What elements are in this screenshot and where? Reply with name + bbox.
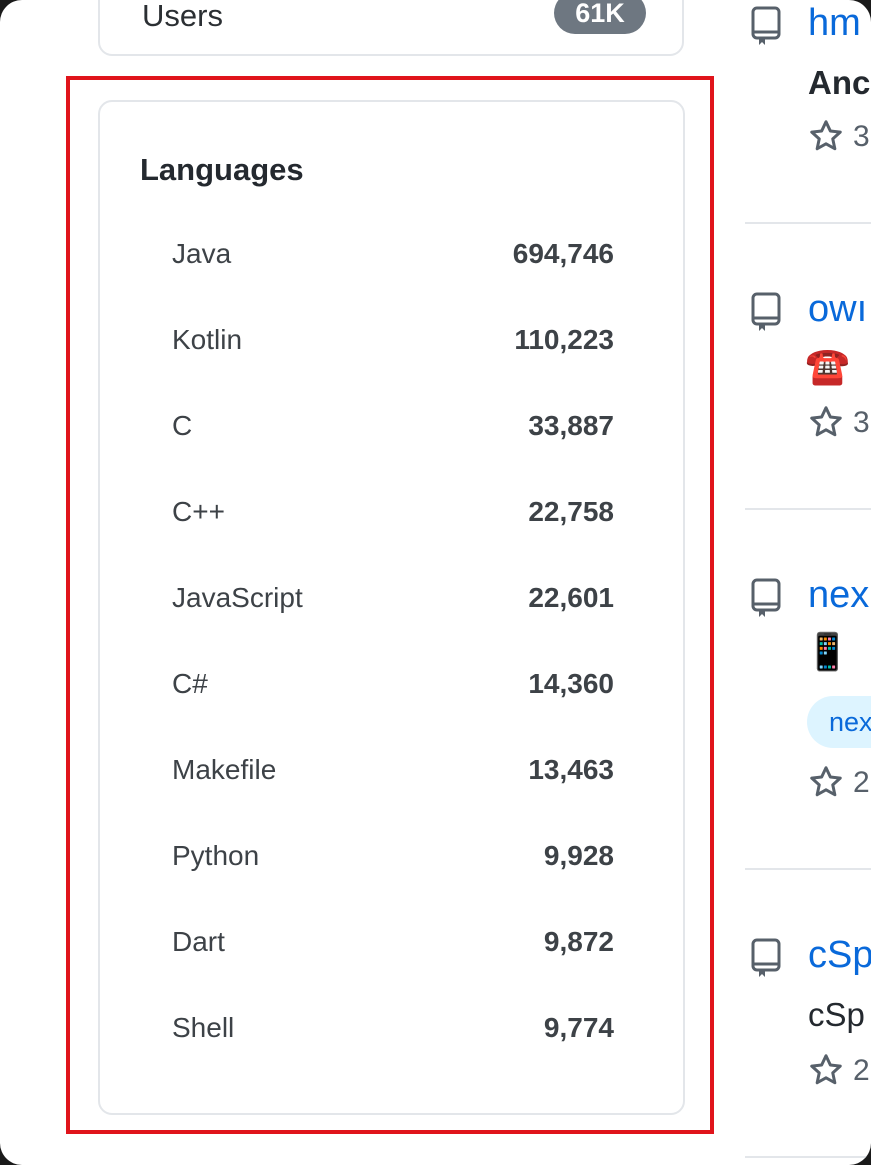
- users-count-badge: 61K: [554, 0, 646, 34]
- repo-divider: [745, 868, 871, 870]
- repo-divider: [745, 508, 871, 510]
- repo-icon: [751, 6, 781, 45]
- repo-description: cSp: [808, 996, 865, 1033]
- telephone-icon: ☎️: [805, 345, 850, 386]
- screen: Users 61K Languages Java 694,746 Kotlin …: [0, 0, 871, 1165]
- star-icon[interactable]: [808, 118, 844, 154]
- repo-icon: [751, 292, 781, 331]
- users-label: Users: [142, 0, 223, 33]
- repo-divider: [745, 222, 871, 224]
- topic-tag[interactable]: nex: [807, 696, 871, 748]
- repo-icon: [751, 938, 781, 977]
- repo-name-link[interactable]: hm: [808, 2, 861, 45]
- star-count: 3: [853, 120, 870, 153]
- repo-icon: [751, 578, 781, 617]
- repo-name-link[interactable]: nex: [808, 574, 869, 617]
- repo-description: Anc: [808, 64, 871, 101]
- star-icon[interactable]: [808, 404, 844, 440]
- star-count: 2: [853, 766, 870, 799]
- users-card[interactable]: Users 61K: [98, 0, 684, 56]
- repo-name-link[interactable]: owı: [808, 288, 867, 331]
- star-count: 3: [853, 406, 870, 439]
- repo-name-link[interactable]: cSp: [808, 934, 871, 977]
- repo-list: hm Anc 3 owı ☎️ 3 nex 📱 nex 2 cSp cSp 2: [745, 0, 871, 1165]
- star-icon[interactable]: [808, 1052, 844, 1088]
- mobile-phone-icon: 📱: [805, 631, 850, 672]
- repo-divider: [745, 1156, 871, 1158]
- highlight-frame: [66, 76, 714, 1134]
- star-count: 2: [853, 1054, 870, 1087]
- star-icon[interactable]: [808, 764, 844, 800]
